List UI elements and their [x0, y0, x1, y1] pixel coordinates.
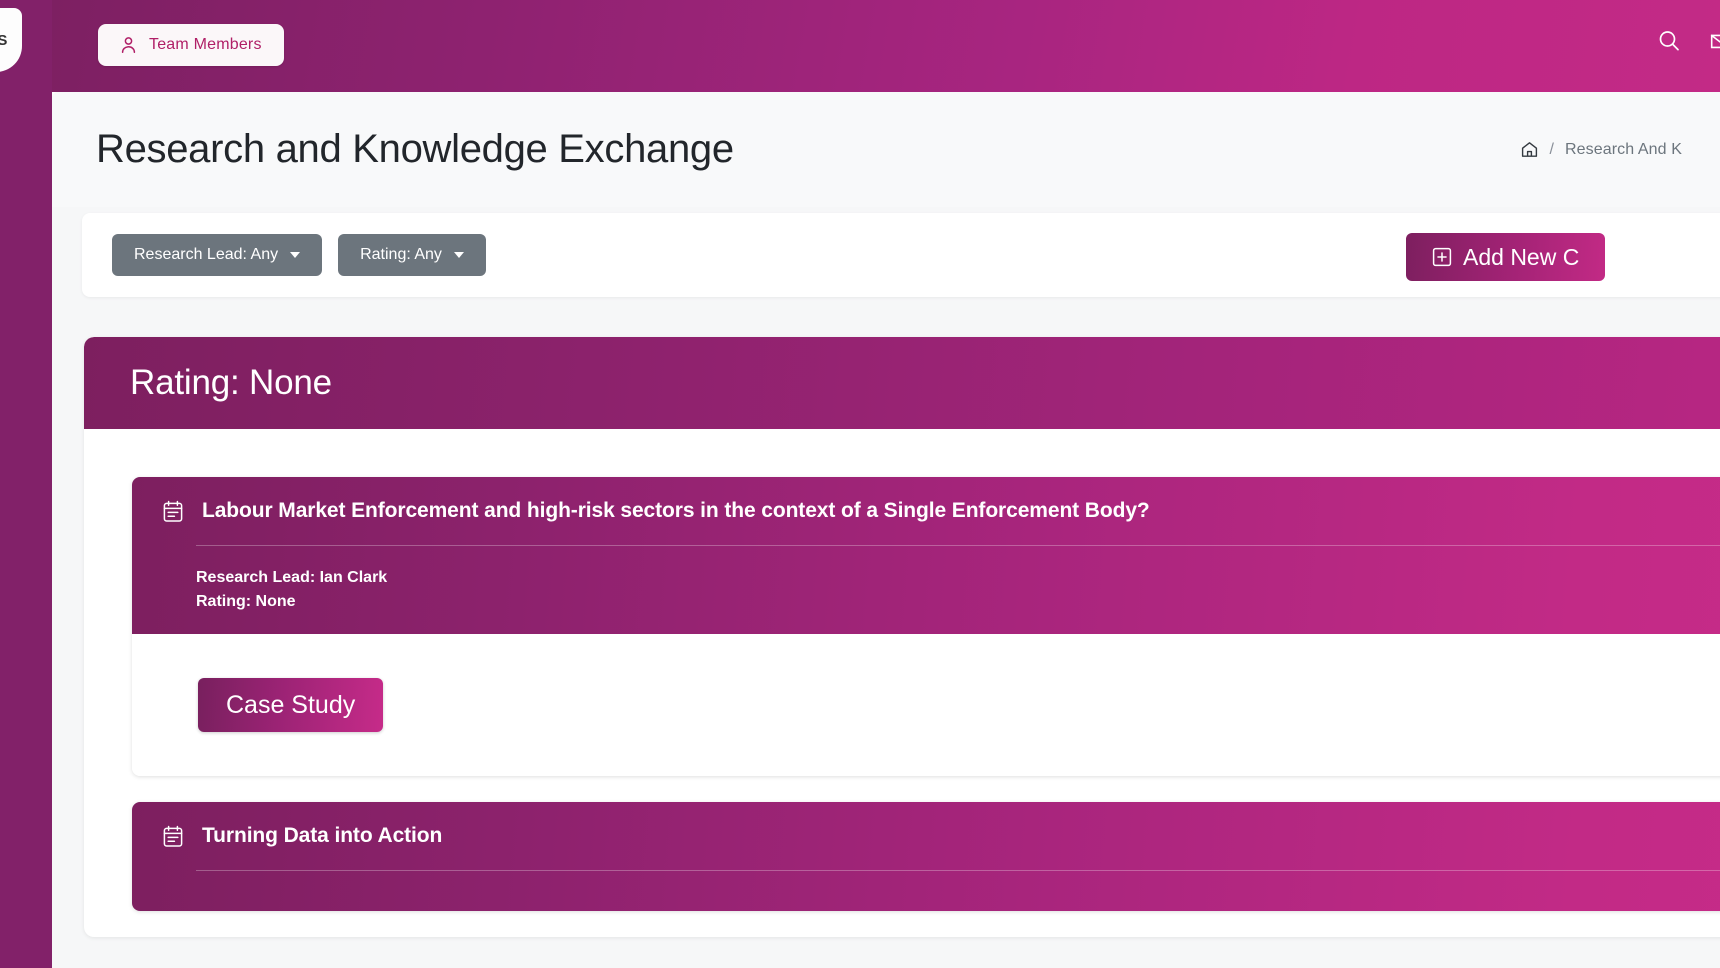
team-members-button[interactable]: Team Members: [98, 24, 284, 66]
research-item-card[interactable]: Labour Market Enforcement and high-risk …: [132, 477, 1720, 776]
group-header: Rating: None: [84, 337, 1720, 429]
topbar-actions: [1656, 28, 1720, 54]
sidebar-item-9[interactable]: ≡: [0, 636, 52, 666]
add-new-label: Add New C: [1463, 244, 1579, 271]
filter-rating-label: Rating: Any: [360, 246, 442, 264]
team-members-label: Team Members: [149, 36, 262, 54]
sidebar-item-7[interactable]: ≡: [0, 504, 52, 534]
breadcrumb: / Research And K: [1520, 140, 1682, 159]
top-bar: Team Members: [52, 0, 1720, 92]
app-logo[interactable]: BS: [0, 8, 22, 72]
research-item-title-row: Turning Data into Action: [162, 824, 1720, 848]
research-item-title: Turning Data into Action: [202, 824, 442, 848]
research-item-body: Case Study: [132, 634, 1720, 776]
divider: [196, 545, 1720, 546]
main-content: Research and Knowledge Exchange / Resear…: [52, 92, 1720, 968]
research-item-card[interactable]: Turning Data into Action: [132, 802, 1720, 911]
search-button[interactable]: [1656, 28, 1682, 54]
chevron-down-icon: [454, 252, 464, 258]
sidebar-item-8[interactable]: ≡: [0, 570, 52, 600]
add-new-button[interactable]: Add New C: [1406, 233, 1605, 281]
sidebar-item-5[interactable]: ≡: [0, 372, 52, 402]
breadcrumb-separator: /: [1550, 141, 1554, 159]
chevron-down-icon: [290, 252, 300, 258]
research-item-title: Labour Market Enforcement and high-risk …: [202, 499, 1150, 523]
group-body: Labour Market Enforcement and high-risk …: [84, 429, 1720, 911]
notification-icon[interactable]: [1708, 28, 1720, 54]
page-title: Research and Knowledge Exchange: [96, 127, 734, 172]
home-icon[interactable]: [1520, 140, 1539, 159]
research-item-lead: Research Lead: Ian Clark: [196, 566, 1720, 590]
clipboard-icon: [162, 825, 184, 848]
filter-research-lead[interactable]: Research Lead: Any: [112, 234, 322, 276]
research-item-title-row: Labour Market Enforcement and high-risk …: [162, 499, 1720, 523]
case-study-button[interactable]: Case Study: [198, 678, 383, 732]
filter-rating[interactable]: Rating: Any: [338, 234, 486, 276]
sidebar-item-2[interactable]: ≡: [0, 174, 52, 204]
research-item-rating: Rating: None: [196, 590, 1720, 614]
divider: [196, 870, 1720, 871]
breadcrumb-current: Research And K: [1565, 141, 1682, 159]
sidebar-nav: ≡ ≡ ≡ ≡ ≡ ≡ ≡ ≡ ≡: [0, 108, 52, 702]
filter-research-lead-label: Research Lead: Any: [134, 246, 278, 264]
sidebar-item-6[interactable]: ≡: [0, 438, 52, 468]
app-logo-text: BS: [0, 32, 7, 49]
group-header-title: Rating: None: [130, 363, 332, 403]
research-item-header: Labour Market Enforcement and high-risk …: [132, 477, 1720, 634]
filter-bar: Research Lead: Any Rating: Any Add New C: [82, 213, 1720, 297]
research-item-meta: Research Lead: Ian Clark Rating: None: [196, 566, 1720, 614]
clipboard-icon: [162, 500, 184, 523]
sidebar-item-1[interactable]: ≡: [0, 108, 52, 138]
sidebar-item-4[interactable]: ≡: [0, 306, 52, 336]
plus-box-icon: [1432, 247, 1452, 267]
person-icon: [120, 36, 137, 54]
page-header: Research and Knowledge Exchange / Resear…: [52, 92, 1720, 207]
filter-group: Research Lead: Any Rating: Any: [112, 234, 486, 276]
sidebar: BS ≡ ≡ ≡ ≡ ≡ ≡ ≡ ≡ ≡: [0, 0, 52, 968]
sidebar-item-3[interactable]: ≡: [0, 240, 52, 270]
rating-group-panel: Rating: None: [84, 337, 1720, 937]
app-root: BS ≡ ≡ ≡ ≡ ≡ ≡ ≡ ≡ ≡ Team Members: [0, 0, 1720, 968]
research-item-header: Turning Data into Action: [132, 802, 1720, 911]
